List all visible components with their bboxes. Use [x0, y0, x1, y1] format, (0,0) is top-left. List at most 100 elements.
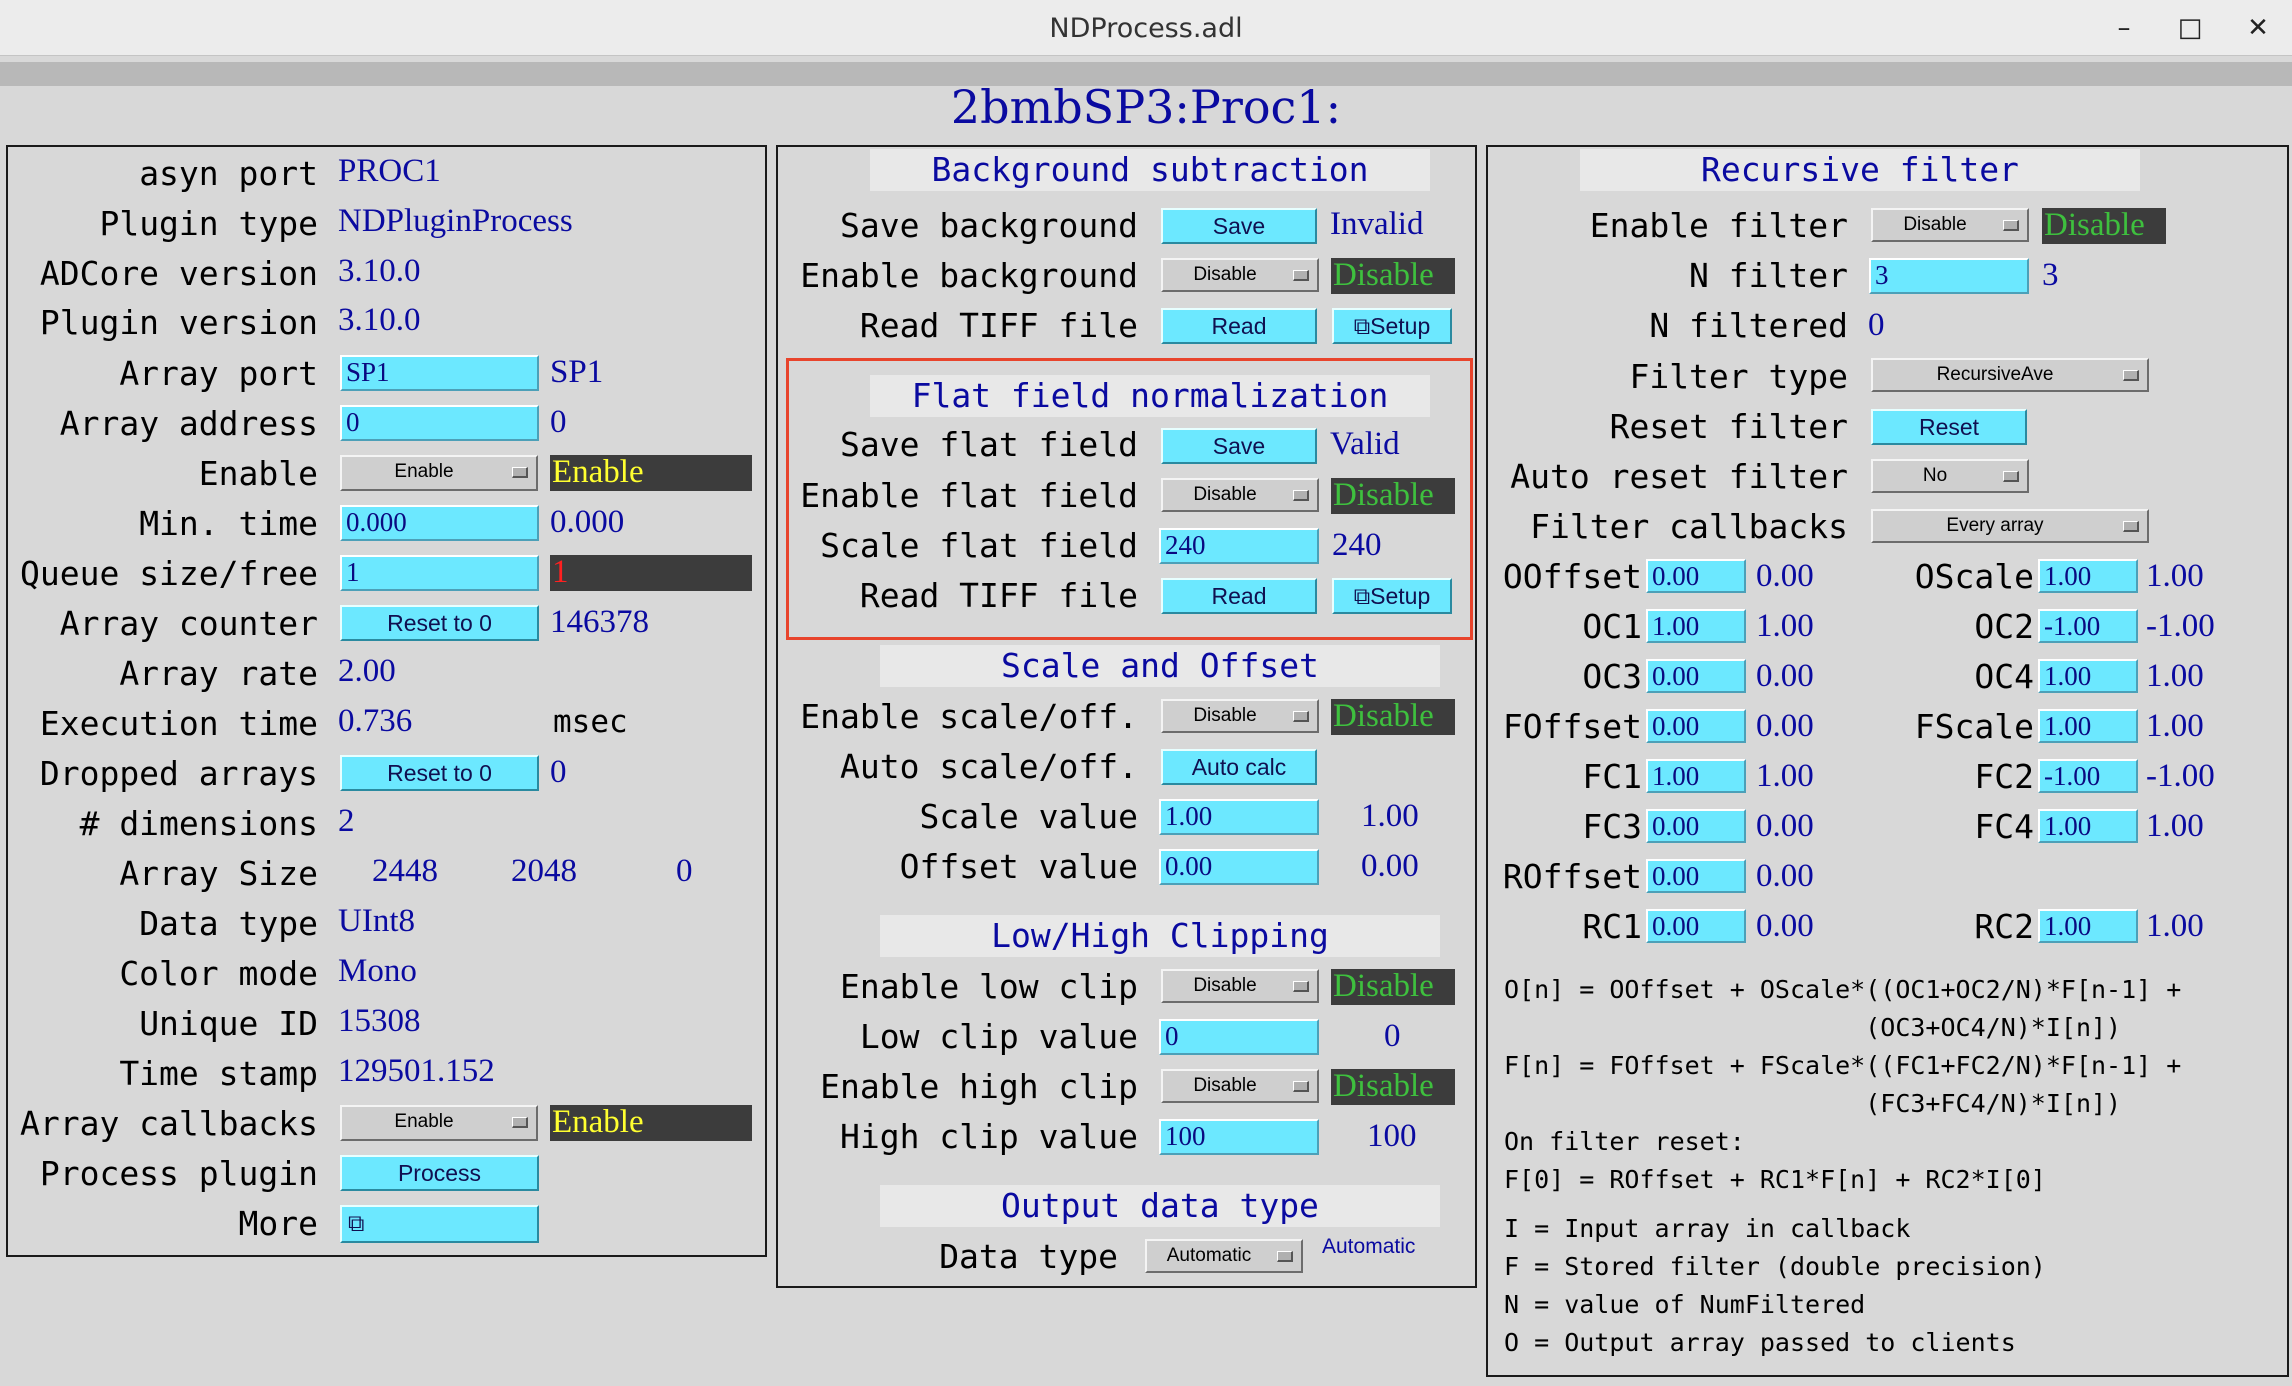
oc4-input[interactable]: 1.00 — [2038, 659, 2138, 693]
formula-line: On filter reset: — [1504, 1127, 1745, 1156]
enable-scale-menu[interactable]: Disable — [1161, 699, 1319, 733]
filter-callbacks-label: Filter callbacks — [1530, 507, 1848, 546]
scale-value-input[interactable]: 1.00 — [1159, 799, 1319, 835]
array-port-input[interactable]: SP1 — [340, 355, 539, 391]
array-size-y: 2048 — [511, 853, 577, 889]
read-background-button[interactable]: Read — [1161, 308, 1317, 344]
enable-low-clip-label: Enable low clip — [839, 967, 1138, 1006]
n-filter-input[interactable]: 3 — [1869, 258, 2029, 294]
array-rate-label: Array rate — [119, 654, 318, 693]
enable-background-status: Disable — [1333, 257, 1434, 293]
window-titlebar: NDProcess.adl – □ ✕ — [0, 0, 2292, 56]
oscale-input[interactable]: 1.00 — [2038, 559, 2138, 593]
more-button[interactable]: ⧉ — [340, 1205, 539, 1243]
enable-filter-menu[interactable]: Disable — [1871, 208, 2029, 242]
scale-flat-field-input[interactable]: 240 — [1159, 528, 1319, 564]
oc2-input[interactable]: -1.00 — [2038, 609, 2138, 643]
fc3-input[interactable]: 0.00 — [1646, 809, 1746, 843]
enable-scale-menu-label: Disable — [1193, 705, 1257, 726]
ooffset-input[interactable]: 0.00 — [1646, 559, 1746, 593]
execution-time-unit: msec — [553, 704, 628, 740]
rc2-input[interactable]: 1.00 — [2038, 909, 2138, 943]
fc1-label: FC1 — [1582, 757, 1642, 796]
plugin-type-value: NDPluginProcess — [338, 203, 573, 239]
offset-value-readback: 0.00 — [1361, 848, 1419, 884]
minimize-icon[interactable]: – — [2104, 8, 2144, 48]
maximize-icon[interactable]: □ — [2170, 8, 2210, 48]
menu-chevron-icon — [1277, 1251, 1293, 1262]
auto-calc-button[interactable]: Auto calc — [1161, 749, 1317, 785]
oc1-input[interactable]: 1.00 — [1646, 609, 1746, 643]
process-plugin-button[interactable]: Process — [340, 1155, 539, 1191]
adcore-version-value: 3.10.0 — [338, 253, 421, 289]
dropped-arrays-reset-button[interactable]: Reset to 0 — [340, 755, 539, 791]
offset-value-input[interactable]: 0.00 — [1159, 849, 1319, 885]
unique-id-value: 15308 — [338, 1003, 421, 1039]
scale-flat-field-label: Scale flat field — [820, 526, 1138, 565]
clipping-header: Low/High Clipping — [880, 915, 1440, 957]
background-setup-button[interactable]: ⧉Setup — [1332, 308, 1452, 344]
formula-line: F[n] = FOffset + FScale*((FC1+FC2/N)*F[n… — [1504, 1051, 2182, 1080]
enable-flat-field-menu[interactable]: Disable — [1161, 478, 1319, 512]
foffset-input[interactable]: 0.00 — [1646, 709, 1746, 743]
menu-chevron-icon — [2003, 471, 2019, 482]
data-type-label: Data type — [139, 904, 318, 943]
execution-time-label: Execution time — [39, 704, 318, 743]
fc4-input[interactable]: 1.00 — [2038, 809, 2138, 843]
fc3-readback: 0.00 — [1756, 808, 1814, 844]
array-address-input[interactable]: 0 — [340, 405, 539, 441]
filter-callbacks-menu-label: Every array — [1946, 515, 2044, 536]
save-background-button[interactable]: Save — [1161, 208, 1317, 244]
oc1-label: OC1 — [1582, 607, 1642, 646]
queue-size-input[interactable]: 1 — [340, 555, 539, 591]
fc2-input[interactable]: -1.00 — [2038, 759, 2138, 793]
output-data-type-label: Data type — [939, 1237, 1118, 1276]
min-time-input[interactable]: 0.000 — [340, 505, 539, 541]
enable-status: Enable — [552, 454, 644, 490]
array-callbacks-menu[interactable]: Enable — [340, 1105, 538, 1141]
rc2-readback: 1.00 — [2146, 908, 2204, 944]
filter-type-label: Filter type — [1629, 357, 1848, 396]
legend-line: N = value of NumFiltered — [1504, 1290, 1866, 1319]
fscale-input[interactable]: 1.00 — [2038, 709, 2138, 743]
oc1-readback: 1.00 — [1756, 608, 1814, 644]
array-address-label: Array address — [59, 404, 318, 443]
rc1-input[interactable]: 0.00 — [1646, 909, 1746, 943]
output-data-type-menu-label: Automatic — [1166, 1245, 1252, 1266]
oc4-label: OC4 — [1974, 657, 2034, 696]
save-flat-field-button[interactable]: Save — [1161, 428, 1317, 464]
flat-field-setup-button[interactable]: ⧉Setup — [1332, 578, 1452, 614]
enable-high-clip-menu[interactable]: Disable — [1161, 1069, 1319, 1103]
output-data-type-menu[interactable]: Automatic — [1145, 1239, 1303, 1273]
close-icon[interactable]: ✕ — [2238, 8, 2278, 48]
low-clip-input[interactable]: 0 — [1159, 1019, 1319, 1055]
array-port-label: Array port — [119, 354, 318, 393]
page-title: 2bmbSP3:Proc1: — [950, 80, 1342, 134]
read-tiff-flat-label: Read TIFF file — [859, 576, 1138, 615]
oc3-input[interactable]: 0.00 — [1646, 659, 1746, 693]
enable-high-clip-menu-label: Disable — [1193, 1075, 1257, 1096]
reset-filter-button[interactable]: Reset — [1871, 409, 2027, 445]
enable-background-menu[interactable]: Disable — [1161, 258, 1319, 292]
filter-type-menu[interactable]: RecursiveAve — [1871, 358, 2149, 392]
execution-time-value: 0.736 — [338, 703, 413, 739]
more-label: More — [238, 1204, 318, 1243]
legend-line: O = Output array passed to clients — [1504, 1328, 2016, 1357]
n-filter-readback: 3 — [2042, 257, 2059, 293]
queue-size-label: Queue size/free — [19, 554, 318, 593]
auto-reset-filter-menu[interactable]: No — [1871, 459, 2029, 493]
scale-value-readback: 1.00 — [1361, 798, 1419, 834]
read-flat-field-button[interactable]: Read — [1161, 578, 1317, 614]
enable-menu[interactable]: Enable — [340, 455, 538, 491]
save-background-label: Save background — [839, 206, 1138, 245]
menu-chevron-icon — [2003, 220, 2019, 231]
filter-callbacks-menu[interactable]: Every array — [1871, 509, 2149, 543]
auto-reset-filter-menu-label: No — [1922, 465, 1948, 486]
rc2-label: RC2 — [1974, 907, 2034, 946]
high-clip-input[interactable]: 100 — [1159, 1119, 1319, 1155]
enable-low-clip-menu[interactable]: Disable — [1161, 969, 1319, 1003]
roffset-input[interactable]: 0.00 — [1646, 859, 1746, 893]
fc1-input[interactable]: 1.00 — [1646, 759, 1746, 793]
oc3-readback: 0.00 — [1756, 658, 1814, 694]
array-counter-reset-button[interactable]: Reset to 0 — [340, 605, 539, 641]
